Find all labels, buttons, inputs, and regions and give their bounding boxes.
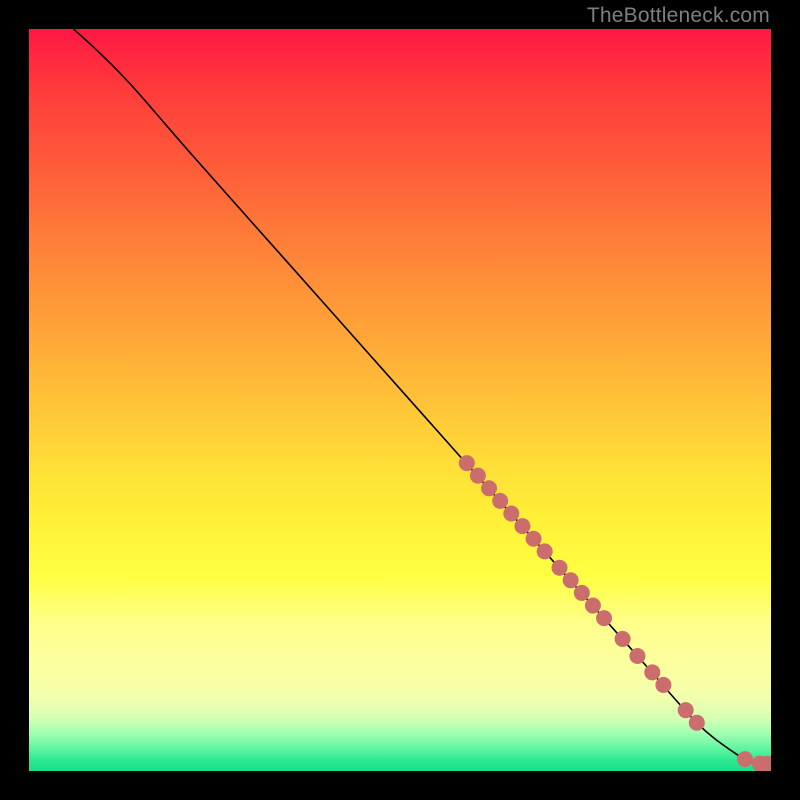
data-point xyxy=(481,480,497,496)
data-point xyxy=(752,756,768,771)
data-point xyxy=(537,543,553,559)
watermark-text: TheBottleneck.com xyxy=(587,4,770,28)
data-point xyxy=(596,610,612,626)
data-point xyxy=(459,455,475,471)
chart-plot-area xyxy=(29,29,771,771)
data-point xyxy=(563,572,579,588)
data-point xyxy=(759,756,771,771)
chart-svg xyxy=(29,29,771,771)
data-point xyxy=(678,702,694,718)
chart-stage: TheBottleneck.com xyxy=(0,0,800,800)
data-point xyxy=(574,585,590,601)
data-point xyxy=(503,506,519,522)
data-point xyxy=(526,531,542,547)
data-point xyxy=(492,493,508,509)
data-point xyxy=(470,468,486,484)
data-point xyxy=(737,751,753,767)
data-point xyxy=(514,518,530,534)
marker-layer xyxy=(459,455,771,771)
data-point xyxy=(644,664,660,680)
data-point xyxy=(585,598,601,614)
main-curve xyxy=(74,29,764,764)
data-point xyxy=(629,648,645,664)
curve-layer xyxy=(74,29,764,764)
data-point xyxy=(615,631,631,647)
data-point xyxy=(689,715,705,731)
data-point xyxy=(655,677,671,693)
data-point xyxy=(552,560,568,576)
